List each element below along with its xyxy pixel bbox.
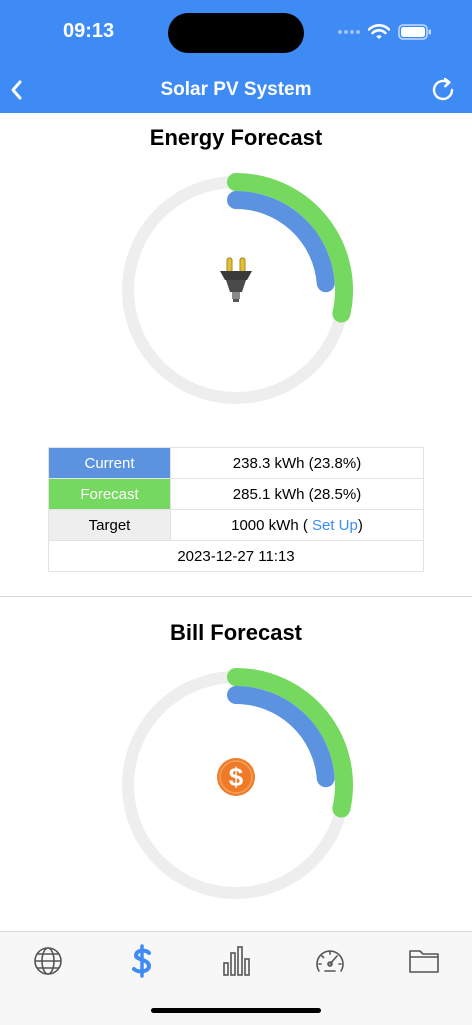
target-label: Target: [48, 509, 171, 541]
status-icons: [338, 24, 432, 40]
wifi-icon: [368, 24, 390, 39]
bar-chart-icon: [223, 946, 250, 976]
folder-icon: [409, 950, 439, 973]
status-time: 09:13: [63, 20, 115, 42]
table-row: 2023-12-27 11:13: [48, 540, 424, 572]
target-amount: 1000 kWh (: [231, 516, 312, 534]
speedometer-icon: [316, 950, 344, 972]
tab-dollar[interactable]: [122, 944, 162, 978]
energy-forecast-title: Energy Forecast: [149, 125, 323, 150]
table-row: Forecast 285.1 kWh (28.5%): [48, 478, 424, 510]
tab-files[interactable]: [404, 944, 444, 978]
energy-gauge: [122, 173, 353, 404]
bill-gauge: $: [122, 668, 353, 899]
tab-globe[interactable]: [28, 944, 68, 978]
current-label: Current: [48, 447, 171, 479]
header: 09:13 Solar PV System: [0, 0, 472, 113]
current-value: 238.3 kWh (23.8%): [170, 447, 424, 479]
section-divider: [0, 596, 472, 597]
energy-info-table: Current 238.3 kWh (23.8%) Forecast 285.1…: [48, 447, 424, 572]
svg-text:$: $: [229, 762, 244, 792]
dollar-icon: [132, 944, 152, 978]
table-row: Current 238.3 kWh (23.8%): [48, 447, 424, 479]
table-row: Target 1000 kWh ( Set Up): [48, 509, 424, 541]
battery-icon: [398, 24, 431, 40]
globe-icon: [34, 947, 62, 975]
set-up-link[interactable]: Set Up: [312, 517, 358, 534]
tab-statistics[interactable]: [216, 944, 256, 978]
home-indicator: [151, 1008, 321, 1013]
forecast-label: Forecast: [48, 478, 171, 510]
timestamp: 2023-12-27 11:13: [48, 540, 424, 572]
dollar-coin-icon: $: [217, 758, 255, 796]
bill-forecast-title: Bill Forecast: [169, 620, 303, 645]
dynamic-island: [168, 13, 304, 53]
target-suffix: ): [357, 516, 363, 534]
nav-title: Solar PV System: [160, 79, 312, 100]
tab-dashboard[interactable]: [310, 944, 350, 978]
signal-icon: [338, 30, 360, 34]
plug-icon: [220, 257, 252, 302]
target-value: 1000 kWh ( Set Up): [170, 509, 424, 541]
refresh-icon[interactable]: [430, 76, 458, 104]
forecast-value: 285.1 kWh (28.5%): [170, 478, 424, 510]
